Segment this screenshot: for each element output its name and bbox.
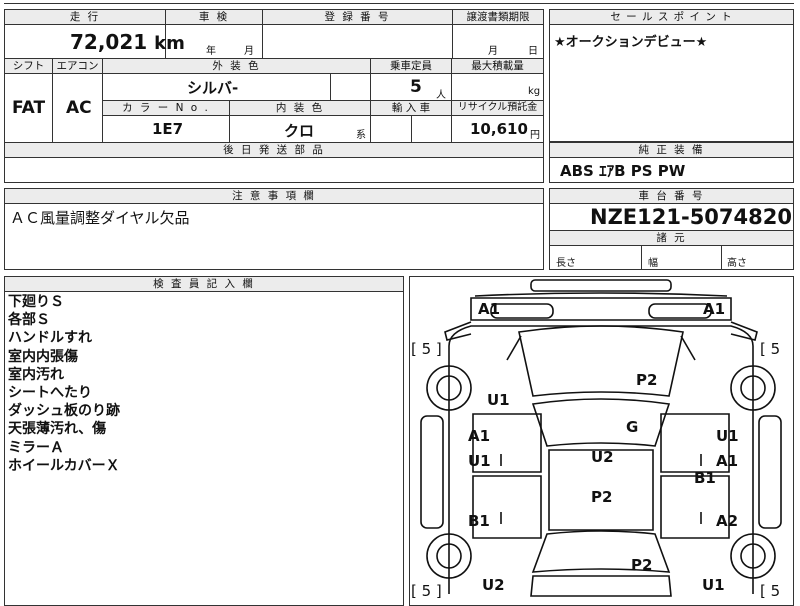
mark-left-front-fender: U1 — [487, 391, 510, 409]
inspector-label: 検 査 員 記 入 欄 — [5, 277, 403, 291]
inspector-line: シートへたり — [8, 385, 92, 402]
transfer-month-unit: 月 — [488, 46, 498, 57]
mark-left-front-door-a: A1 — [468, 427, 491, 445]
mileage-label: 走 行 — [5, 10, 165, 24]
inspector-line: 各部Ｓ — [8, 312, 50, 329]
load-unit: kg — [528, 86, 541, 97]
max-load-label: 最大積載量 — [452, 59, 543, 73]
inspector-line: 下廻りＳ — [8, 294, 64, 310]
mark-front-left-corner: A1 — [478, 300, 501, 318]
reg-no-label: 登 録 番 号 — [263, 10, 452, 24]
tire-rear-left-label: [ 5 ] — [411, 582, 442, 600]
shift-value: FAT — [12, 98, 46, 118]
inspector-line: 室内内張傷 — [8, 348, 78, 365]
aircon-value: AC — [66, 98, 92, 118]
interior-color-value: クロ — [284, 122, 315, 140]
interior-color-label: 内 装 色 — [230, 101, 370, 115]
chassis-label: 車 台 番 号 — [550, 189, 793, 203]
inspector-line: ダッシュ板のり跡 — [8, 403, 120, 420]
notes-label: 注 意 事 項 欄 — [5, 189, 543, 203]
recycle-fee-unit: 円 — [530, 130, 540, 141]
inspection-label: 車 検 — [166, 10, 262, 24]
color-no-label: カ ラ ー N o . — [103, 101, 229, 115]
inspection-year-unit: 年 — [206, 46, 216, 57]
inspector-line: 室内汚れ — [8, 366, 64, 383]
chassis-value: NZE121-5074820 — [590, 205, 792, 229]
color-no-value: 1E7 — [152, 120, 184, 138]
later-parts-label: 後 日 発 送 部 品 — [5, 143, 543, 157]
mark-front-right-corner: A1 — [703, 300, 726, 318]
transfer-day-unit: 日 — [528, 46, 538, 57]
capacity-label: 乗車定員 — [371, 59, 451, 73]
sales-point-value: ★オークションデビュー★ — [554, 35, 708, 50]
capacity-value: 5 — [410, 77, 422, 97]
mark-roof: U2 — [591, 448, 614, 466]
specs-label: 諸 元 — [550, 231, 793, 245]
notes-value: ＡＣ風量調整ダイヤル欠品 — [10, 209, 190, 227]
equipment-label: 純 正 装 備 — [550, 143, 793, 157]
mileage-unit: km — [154, 33, 185, 54]
import-label: 輸 入 車 — [371, 101, 451, 115]
mileage-value: 72,021 km — [70, 30, 185, 54]
equipment-value: ABS ｴｱB PS PW — [560, 162, 686, 180]
mark-rear-roof: P2 — [591, 488, 613, 506]
capacity-unit: 人 — [436, 90, 446, 101]
sales-point-label: セ ー ル ス ポ イ ン ト — [550, 10, 793, 24]
exterior-color-value: シルバ- — [187, 79, 239, 97]
mark-right-rear-door: A2 — [716, 512, 739, 530]
inspector-line: ハンドルすれ — [8, 330, 92, 347]
mileage-number: 72,021 — [70, 30, 148, 54]
interior-color-suffix: 系 — [356, 130, 366, 141]
inspector-line: 天張薄汚れ、傷 — [8, 421, 107, 438]
mark-right-pillar: B1 — [694, 469, 716, 487]
shift-label: シフト — [5, 59, 52, 73]
recycle-fee-value: 10,610 — [470, 120, 528, 138]
mark-windshield: G — [626, 418, 639, 436]
mark-left-front-door-u: U1 — [468, 452, 491, 470]
transfer-docs-label: 譲渡書類期限 — [453, 10, 543, 24]
recycle-label: リサイクル預託金 — [452, 101, 543, 115]
length-label: 長さ — [556, 258, 576, 269]
aircon-label: エアコン — [53, 59, 102, 73]
top-strip — [4, 0, 794, 4]
inspector-line: ホイールカバーＸ — [8, 457, 120, 474]
exterior-color-label: 外 装 色 — [103, 59, 370, 73]
mark-right-front-door-u: U1 — [716, 427, 739, 445]
mark-left-rear-fender: U2 — [482, 576, 505, 594]
mark-trunk: P2 — [631, 556, 653, 574]
mark-right-front-door-a: A1 — [716, 452, 739, 470]
mark-right-rear-fender: U1 — [702, 576, 725, 594]
inspector-line: ミラーＡ — [8, 439, 64, 456]
tire-front-left-label: [ 5 ] — [411, 340, 442, 358]
tire-rear-right-label: [ 5 — [760, 582, 781, 600]
mark-left-rear-door: B1 — [468, 512, 490, 530]
mark-hood: P2 — [636, 371, 658, 389]
width-label: 幅 — [648, 258, 658, 269]
height-label: 高さ — [727, 258, 747, 269]
sales-point-box — [549, 9, 794, 142]
tire-front-right-label: [ 5 — [760, 340, 781, 358]
inspection-month-unit: 月 — [244, 46, 254, 57]
inspector-lines: 下廻りＳ 各部Ｓ ハンドルすれ 室内内張傷 室内汚れ シートへたり ダッシュ板の… — [8, 293, 120, 475]
